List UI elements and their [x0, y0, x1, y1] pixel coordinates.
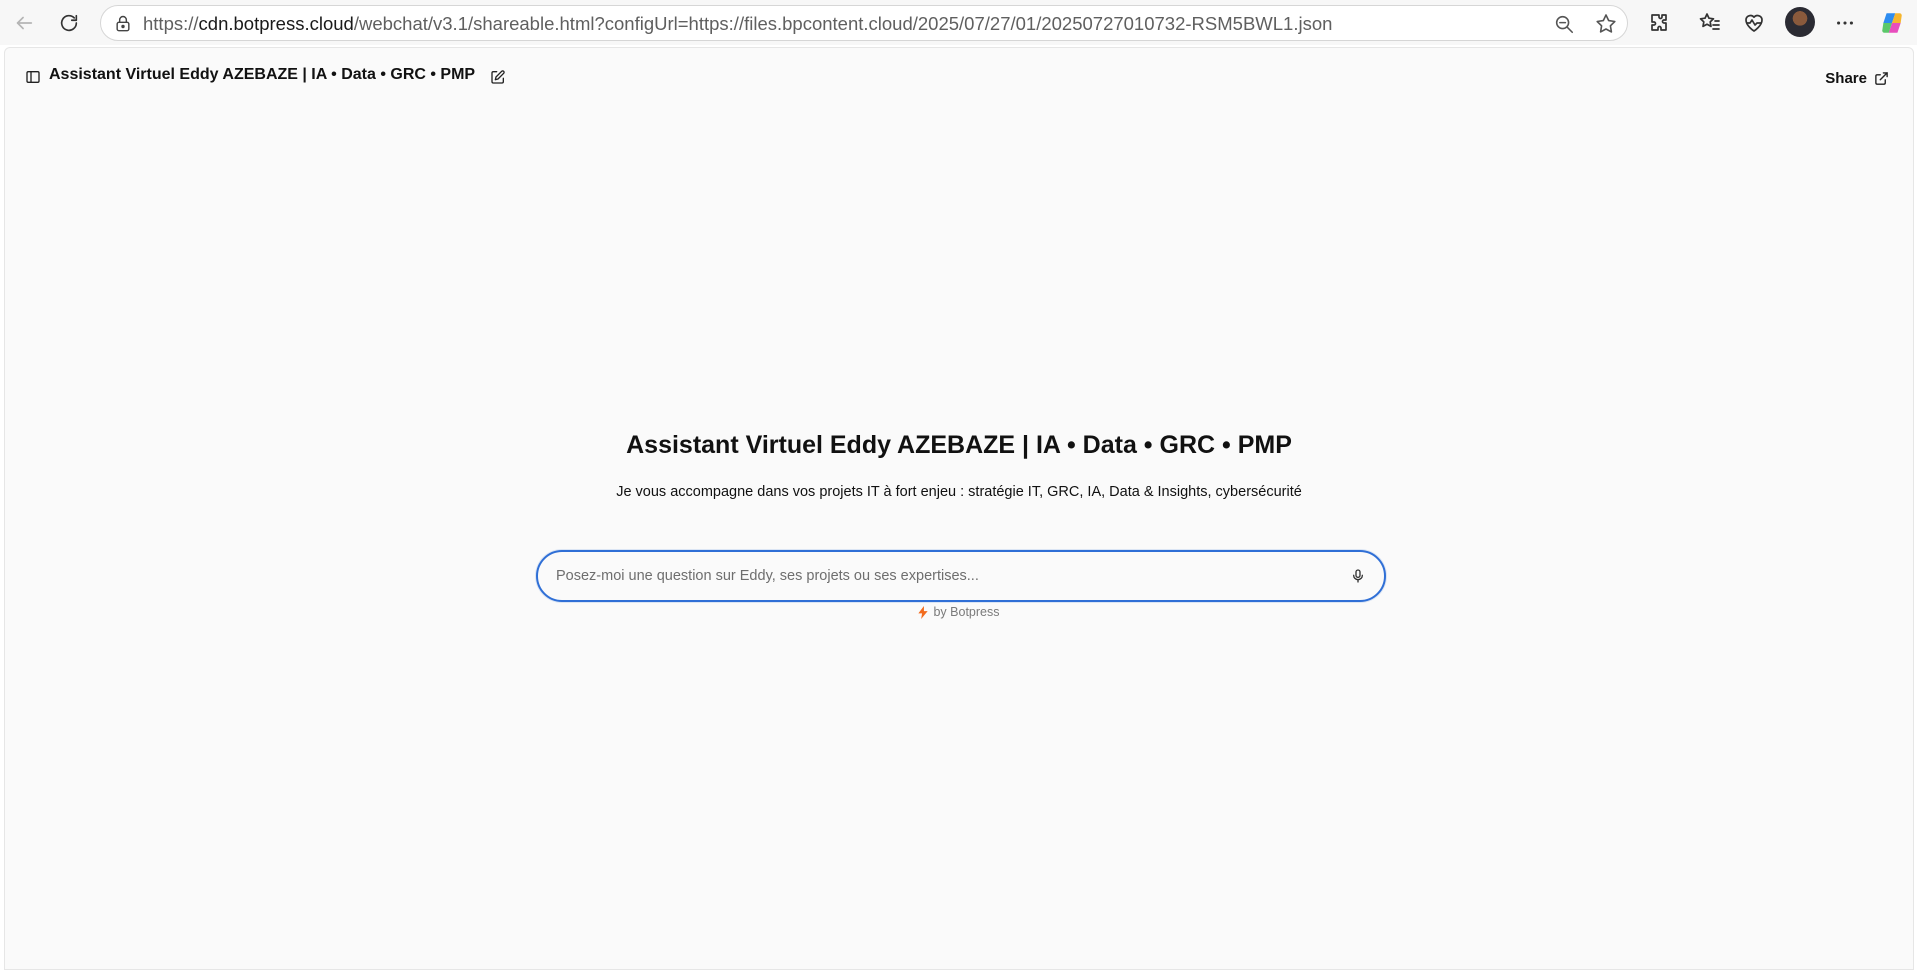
url-path: /webchat/v3.1/shareable.html?configUrl=h…	[353, 13, 1333, 34]
sidebar-toggle-button[interactable]	[23, 67, 43, 87]
site-info-button[interactable]	[113, 14, 133, 34]
more-icon	[1837, 21, 1853, 25]
message-input[interactable]	[554, 552, 1334, 600]
branding-label: by Botpress	[933, 605, 1000, 619]
arrow-left-icon	[16, 16, 33, 30]
zoom-button[interactable]	[1553, 13, 1575, 35]
star-icon	[1596, 14, 1616, 33]
puzzle-icon	[1651, 14, 1667, 31]
edit-icon	[491, 70, 505, 84]
share-button[interactable]: Share	[1825, 66, 1889, 90]
header-title: Assistant Virtuel Eddy AZEBAZE | IA • Da…	[49, 66, 476, 83]
message-composer	[536, 550, 1386, 602]
powered-by-branding[interactable]: by Botpress	[5, 605, 1913, 619]
url-host: cdn.botpress.cloud	[198, 13, 354, 34]
url-text[interactable]: https://cdn.botpress.cloud/webchat/v3.1/…	[143, 6, 1523, 42]
favorites-list-icon	[1699, 13, 1720, 30]
microphone-icon	[1353, 569, 1363, 583]
sidebar-toggle-icon	[26, 71, 40, 83]
profile-avatar[interactable]	[1785, 7, 1815, 37]
browser-toolbar: https://cdn.botpress.cloud/webchat/v3.1/…	[0, 0, 1917, 45]
copilot-button[interactable]	[1875, 6, 1909, 40]
heart-pulse-icon	[1745, 14, 1763, 32]
lock-icon	[116, 15, 130, 32]
external-link-icon	[1875, 71, 1888, 85]
bolt-icon	[918, 605, 929, 619]
share-label: Share	[1825, 69, 1867, 87]
reload-icon	[60, 14, 78, 32]
voice-input-button[interactable]	[1348, 566, 1368, 586]
health-button[interactable]	[1737, 6, 1771, 40]
reload-button[interactable]	[53, 7, 85, 39]
back-button[interactable]	[8, 7, 40, 39]
new-conversation-button[interactable]	[487, 66, 509, 88]
address-bar[interactable]: https://cdn.botpress.cloud/webchat/v3.1/…	[100, 5, 1628, 41]
bot-description: Je vous accompagne dans vos projets IT à…	[616, 484, 1302, 500]
favorite-button[interactable]	[1594, 12, 1618, 36]
zoom-out-icon	[1555, 15, 1574, 34]
chat-header: Assistant Virtuel Eddy AZEBAZE | IA • Da…	[5, 48, 1913, 104]
url-prefix: https://	[143, 13, 199, 34]
copilot-icon	[1882, 13, 1902, 33]
bot-title: Assistant Virtuel Eddy AZEBAZE | IA • Da…	[626, 431, 1292, 459]
extensions-button[interactable]	[1642, 6, 1676, 40]
favorites-button[interactable]	[1693, 6, 1727, 40]
webchat-page: Assistant Virtuel Eddy AZEBAZE | IA • Da…	[4, 47, 1914, 970]
more-button[interactable]	[1828, 6, 1862, 40]
